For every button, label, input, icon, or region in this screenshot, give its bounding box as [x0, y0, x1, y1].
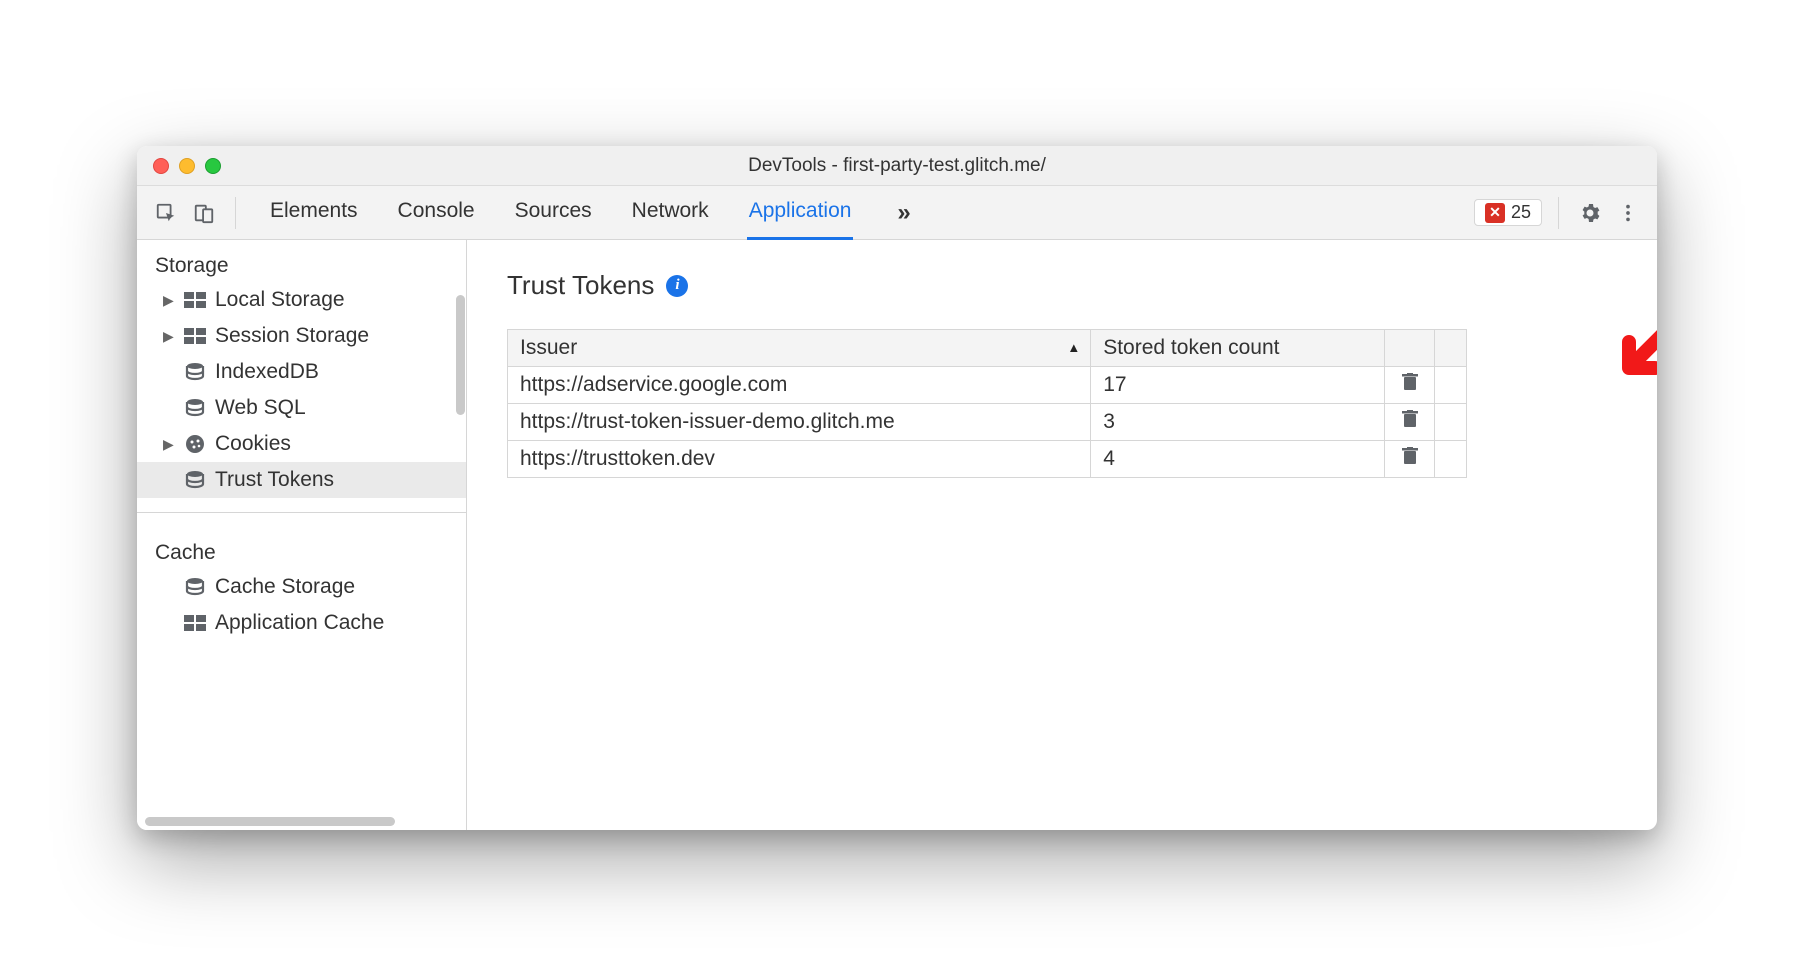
window-title: DevTools - first-party-test.glitch.me/: [137, 155, 1657, 177]
column-header-issuer[interactable]: Issuer ▲: [508, 330, 1091, 367]
delete-row-button[interactable]: [1385, 404, 1435, 441]
trash-icon: [1402, 412, 1418, 432]
cell-count: 4: [1091, 441, 1385, 478]
cell-count: 17: [1091, 367, 1385, 404]
info-icon[interactable]: i: [666, 275, 688, 297]
annotation-arrow-icon: [1609, 318, 1657, 393]
column-header-actions: [1385, 330, 1435, 367]
database-icon: [183, 470, 207, 490]
zoom-window-button[interactable]: [205, 158, 221, 174]
sidebar-section-cache: Cache: [137, 527, 466, 569]
toolbar-separator: [235, 197, 236, 229]
cell-issuer: https://adservice.google.com: [508, 367, 1091, 404]
cell-spacer: [1435, 404, 1467, 441]
devtools-window: DevTools - first-party-test.glitch.me/ E…: [137, 146, 1657, 830]
toolbar: Elements Console Sources Network Applica…: [137, 186, 1657, 240]
error-count-badge[interactable]: ✕ 25: [1474, 199, 1542, 226]
sidebar-item-websql[interactable]: ▶ Web SQL: [137, 390, 466, 426]
sidebar-item-label: Cache Storage: [215, 575, 355, 599]
sidebar-divider: [137, 512, 466, 513]
sidebar-item-session-storage[interactable]: ▶ Session Storage: [137, 318, 466, 354]
panel-title-row: Trust Tokens i: [507, 270, 1617, 301]
database-icon: [183, 577, 207, 597]
titlebar: DevTools - first-party-test.glitch.me/: [137, 146, 1657, 186]
main-panel: Trust Tokens i Issuer ▲ Stored token cou…: [467, 240, 1657, 830]
panel-tabs: Elements Console Sources Network Applica…: [268, 185, 853, 240]
sidebar-item-label: Application Cache: [215, 611, 384, 635]
trash-icon: [1402, 375, 1418, 395]
settings-icon[interactable]: [1575, 201, 1605, 225]
disclosure-triangle-icon: ▶: [163, 436, 175, 453]
database-icon: [183, 398, 207, 418]
cell-spacer: [1435, 367, 1467, 404]
minimize-window-button[interactable]: [179, 158, 195, 174]
sidebar: Storage ▶ Local Storage ▶ Session Storag…: [137, 240, 467, 830]
delete-row-button[interactable]: [1385, 441, 1435, 478]
toolbar-separator: [1558, 197, 1559, 229]
table-icon: [183, 290, 207, 310]
tab-elements[interactable]: Elements: [268, 185, 360, 240]
sidebar-section-storage: Storage: [137, 240, 466, 282]
column-header-count[interactable]: Stored token count: [1091, 330, 1385, 367]
tab-sources[interactable]: Sources: [513, 185, 594, 240]
sidebar-item-cache-storage[interactable]: ▶ Cache Storage: [137, 569, 466, 605]
sidebar-item-local-storage[interactable]: ▶ Local Storage: [137, 282, 466, 318]
close-window-button[interactable]: [153, 158, 169, 174]
trash-icon: [1402, 449, 1418, 469]
sidebar-item-trust-tokens[interactable]: ▶ Trust Tokens: [137, 462, 466, 498]
toggle-device-icon[interactable]: [189, 198, 219, 228]
sidebar-scrollbar[interactable]: [456, 295, 465, 415]
sidebar-item-label: IndexedDB: [215, 360, 319, 384]
trust-tokens-table: Issuer ▲ Stored token count https://adse…: [507, 329, 1467, 478]
delete-row-button[interactable]: [1385, 367, 1435, 404]
tab-application[interactable]: Application: [747, 185, 854, 240]
error-icon: ✕: [1485, 203, 1505, 223]
table-icon: [183, 613, 207, 633]
cookie-icon: [183, 434, 207, 454]
sidebar-item-label: Web SQL: [215, 396, 306, 420]
sidebar-hscrollbar[interactable]: [145, 817, 395, 826]
sidebar-item-label: Session Storage: [215, 324, 369, 348]
sidebar-item-indexeddb[interactable]: ▶ IndexedDB: [137, 354, 466, 390]
cell-issuer: https://trust-token-issuer-demo.glitch.m…: [508, 404, 1091, 441]
panel-title: Trust Tokens: [507, 270, 654, 301]
sidebar-item-label: Local Storage: [215, 288, 345, 312]
sidebar-item-application-cache[interactable]: ▶ Application Cache: [137, 605, 466, 641]
window-controls: [137, 158, 221, 174]
table-row[interactable]: https://adservice.google.com17: [508, 367, 1467, 404]
more-menu-icon[interactable]: [1613, 202, 1643, 224]
disclosure-triangle-icon: ▶: [163, 292, 175, 309]
sidebar-item-label: Trust Tokens: [215, 468, 334, 492]
cell-count: 3: [1091, 404, 1385, 441]
tab-network[interactable]: Network: [630, 185, 711, 240]
more-tabs-icon[interactable]: »: [897, 199, 910, 227]
sidebar-item-cookies[interactable]: ▶ Cookies: [137, 426, 466, 462]
cell-issuer: https://trusttoken.dev: [508, 441, 1091, 478]
error-count: 25: [1511, 202, 1531, 223]
sidebar-item-label: Cookies: [215, 432, 291, 456]
table-row[interactable]: https://trust-token-issuer-demo.glitch.m…: [508, 404, 1467, 441]
tab-console[interactable]: Console: [396, 185, 477, 240]
cell-spacer: [1435, 441, 1467, 478]
column-header-spacer: [1435, 330, 1467, 367]
table-icon: [183, 326, 207, 346]
disclosure-triangle-icon: ▶: [163, 328, 175, 345]
sort-asc-icon: ▲: [1067, 340, 1080, 355]
database-icon: [183, 362, 207, 382]
table-row[interactable]: https://trusttoken.dev4: [508, 441, 1467, 478]
inspect-element-icon[interactable]: [151, 198, 181, 228]
body: Storage ▶ Local Storage ▶ Session Storag…: [137, 240, 1657, 830]
